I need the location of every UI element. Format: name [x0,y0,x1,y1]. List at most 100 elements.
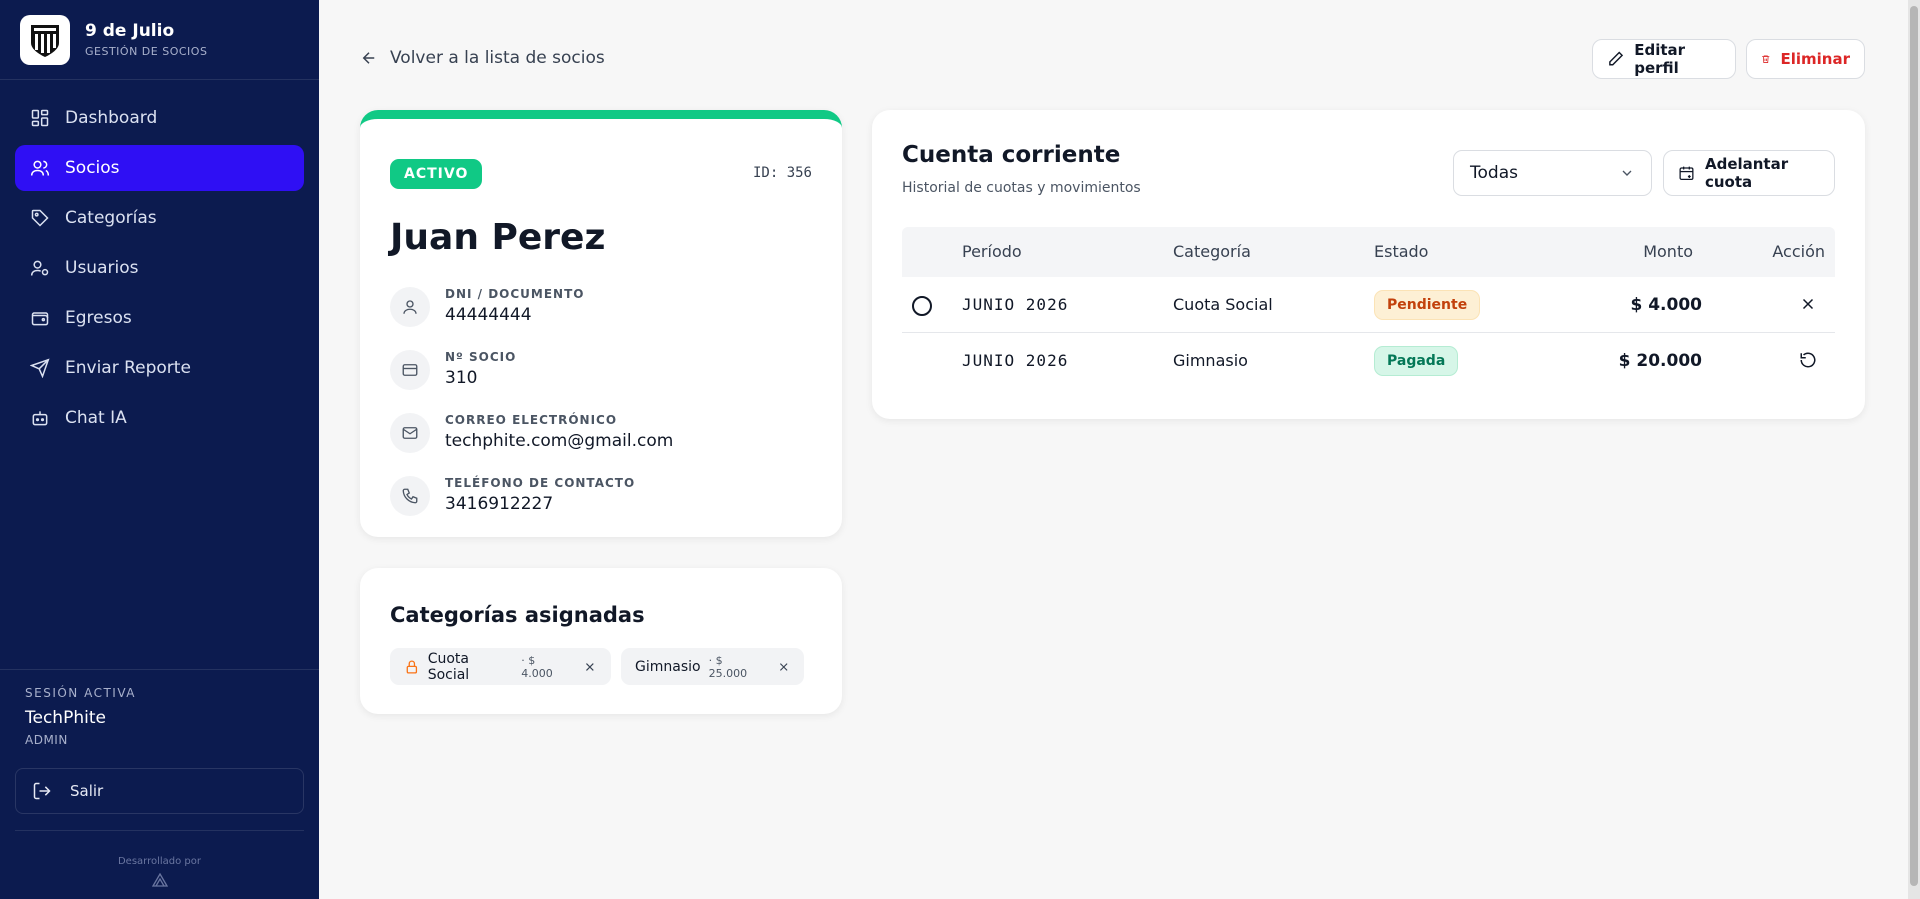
profile-card: ACTIVO ID: 356 Juan Perez DNI / DOCUMENT… [360,110,842,537]
status-filter-select[interactable]: Todas [1453,150,1652,196]
session-label: SESIÓN ACTIVA [25,686,136,700]
sidebar-item-categorias[interactable]: Categorías [15,195,304,241]
sidebar-item-label: Dashboard [65,108,158,128]
field-value[interactable]: 3416912227 [445,494,635,514]
bot-icon [32,411,48,426]
table-row: JUNIO 2026 Gimnasio Pagada $ 20.000 [902,333,1835,389]
arrow-left-icon [362,52,375,64]
row-category: Cuota Social [1173,295,1273,314]
edit-profile-label: Editar perfil [1634,41,1686,77]
scrollbar[interactable] [1908,0,1920,899]
pencil-icon [1609,51,1624,66]
field-label: TELÉFONO DE CONTACTO [445,476,636,490]
sidebar-item-label: Chat IA [65,408,127,428]
scrollbar-thumb[interactable] [1910,6,1918,886]
advance-fee-button[interactable]: Adelantar cuota [1663,150,1835,196]
club-logo[interactable] [20,14,70,65]
lock-icon [406,660,418,674]
field-dni: DNI / DOCUMENTO 44444444 [390,287,585,327]
row-select-radio[interactable] [912,296,932,316]
undo-icon[interactable] [1799,351,1817,369]
users-icon [30,160,50,176]
close-icon[interactable] [777,660,790,674]
table-row: JUNIO 2026 Cuota Social Pendiente $ 4.00… [902,277,1835,333]
sidebar-item-egresos[interactable]: Egresos [15,295,304,341]
send-icon [30,358,50,378]
edit-profile-button[interactable]: Editar perfil [1592,39,1736,79]
assigned-categories-card: Categorías asignadas Cuota Social · $ 4.… [360,568,842,714]
developer-logo-icon[interactable] [152,873,168,887]
field-label: CORREO ELECTRÓNICO [445,413,618,427]
club-crest-icon [31,24,59,57]
sidebar-item-label: Enviar Reporte [65,358,191,378]
back-link-label: Volver a la lista de socios [390,48,605,68]
category-price: · $ 4.000 [521,653,553,680]
category-name: Gimnasio [635,658,701,675]
brand-subtitle: GESTIÓN DE SOCIOS [85,45,208,58]
field-value: 310 [445,368,478,388]
column-header: Categoría [1173,242,1251,261]
field-label: Nº SOCIO [445,350,517,364]
field-member-number: Nº SOCIO 310 [390,350,516,390]
member-name: Juan Perez [390,217,606,258]
category-chip: Cuota Social · $ 4.000 [390,648,611,685]
wallet-icon [31,312,49,326]
card-subtitle: Historial de cuotas y movimientos [902,180,1141,196]
sidebar-item-label: Categorías [65,208,157,228]
select-value: Todas [1470,163,1518,183]
account-card: Cuenta corriente Historial de cuotas y m… [872,110,1865,419]
row-amount: $ 4.000 [1630,295,1702,315]
delete-button[interactable]: Eliminar [1746,39,1865,79]
table-header: Período Categoría Estado Monto Acción [902,227,1835,277]
status-badge: Pagada [1374,346,1459,376]
brand-title: 9 de Julio [85,21,175,41]
tag-icon [31,209,49,227]
user-gear-icon [30,260,49,276]
calendar-plus-icon [1679,166,1694,180]
row-period: JUNIO 2026 [962,295,1069,314]
column-header: Monto [1643,242,1693,261]
brand: 9 de Julio GESTIÓN DE SOCIOS [0,0,319,80]
status-badge: Pendiente [1374,290,1481,320]
close-icon[interactable] [583,660,597,674]
row-category: Gimnasio [1173,351,1248,370]
sidebar-item-dashboard[interactable]: Dashboard [15,95,304,141]
sidebar-item-label: Usuarios [65,258,139,278]
card-title: Categorías asignadas [390,603,645,627]
developer-credit: Desarrollado por [117,856,202,867]
member-id: ID: 356 [752,165,812,181]
sidebar-item-socios[interactable]: Socios [15,145,304,191]
field-phone: TELÉFONO DE CONTACTO 3416912227 [390,476,635,516]
field-label: DNI / DOCUMENTO [445,287,585,301]
sidebar-item-label: Socios [65,158,120,178]
back-link[interactable]: Volver a la lista de socios [360,48,605,68]
divider [15,830,304,831]
column-header: Acción [1772,242,1825,261]
field-value[interactable]: techphite.com@gmail.com [445,431,673,451]
session-role: ADMIN [25,733,68,747]
category-chip: Gimnasio · $ 25.000 [621,648,804,685]
user-icon [390,287,430,327]
session-panel: SESIÓN ACTIVA TechPhite ADMIN Salir Desa… [0,669,319,899]
sidebar: 9 de Julio GESTIÓN DE SOCIOS Dashboard S… [0,0,319,899]
category-name: Cuota Social [427,650,470,683]
sidebar-item-usuarios[interactable]: Usuarios [15,245,304,291]
field-email: CORREO ELECTRÓNICO techphite.com@gmail.c… [390,413,673,453]
card-icon [390,350,430,390]
sidebar-item-enviar-reporte[interactable]: Enviar Reporte [15,345,304,391]
delete-label: Eliminar [1780,50,1851,68]
row-amount: $ 20.000 [1618,351,1702,371]
session-user: TechPhite [25,708,106,728]
trash-icon [1762,55,1770,63]
advance-fee-label: Adelantar cuota [1704,155,1789,191]
sidebar-item-chat-ia[interactable]: Chat IA [15,395,304,441]
status-badge: ACTIVO [390,159,483,189]
close-icon[interactable] [1799,295,1817,313]
chevron-down-icon [1622,170,1632,176]
dashboard-icon [31,109,49,127]
sidebar-nav: Dashboard Socios Categorías Usuarios Egr… [0,80,319,460]
column-header: Estado [1374,242,1429,261]
field-value: 44444444 [445,305,532,325]
logout-icon [33,782,51,800]
logout-button[interactable]: Salir [15,768,304,814]
